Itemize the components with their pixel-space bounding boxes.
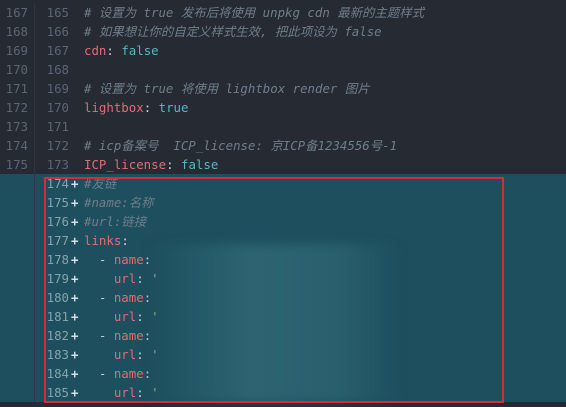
context-line: 169 167 cdn: false [0, 41, 566, 60]
old-line-number: 167 [5, 5, 28, 20]
highlight-annotation-box [44, 177, 504, 403]
gutter-separator [34, 288, 35, 307]
gutter-separator [34, 326, 35, 345]
yaml-value: false [180, 157, 219, 172]
gutter-separator [34, 364, 35, 383]
gutter-separator [34, 3, 35, 22]
gutter-separator [34, 155, 35, 174]
yaml-key: lightbox [84, 100, 144, 115]
gutter-separator [34, 269, 35, 288]
gutter-separator [34, 98, 35, 117]
gutter-separator [34, 136, 35, 155]
gutter-separator [34, 212, 35, 231]
code-content: ICP_license: false [84, 155, 218, 174]
gutter-separator [34, 345, 35, 364]
context-line: 167 165 # 设置为 true 发布后将使用 unpkg cdn 最新的主题样… [0, 3, 566, 22]
new-line-number: 166 [46, 24, 69, 39]
code-content: cdn: false [84, 41, 159, 60]
gutter-separator [34, 60, 35, 79]
new-line-number: 170 [46, 100, 69, 115]
gutter-separator [34, 174, 35, 193]
code-comment: # 设置为 true 发布后将使用 unpkg cdn 最新的主题样式 [84, 5, 424, 20]
code-content: # 如果想让你的自定义样式生效, 把此项设为 false [84, 22, 382, 41]
code-comment: # 如果想让你的自定义样式生效, 把此项设为 false [84, 24, 382, 39]
context-line: 171 169 # 设置为 true 将使用 lightbox render 图片 [0, 79, 566, 98]
gutter-separator [34, 383, 35, 402]
new-line-number: 165 [46, 5, 69, 20]
context-line: 172 170 lightbox: true [0, 98, 566, 117]
code-content: # 设置为 true 将使用 lightbox render 图片 [84, 79, 370, 98]
gutter-separator [34, 250, 35, 269]
gutter-separator [34, 193, 35, 212]
context-line: 174 172 # icp备案号 ICP_license: 京ICP备1234556… [0, 136, 566, 155]
gutter-separator [34, 117, 35, 136]
yaml-colon: : [143, 100, 159, 115]
gutter-separator [34, 307, 35, 326]
yaml-colon: : [106, 43, 122, 58]
gutter-separator [34, 231, 35, 250]
code-content: lightbox: true [84, 98, 188, 117]
gutter-separator [34, 79, 35, 98]
code-comment: # 设置为 true 将使用 lightbox render 图片 [84, 81, 370, 96]
new-line-number: 172 [46, 138, 69, 153]
yaml-colon: : [166, 157, 181, 172]
new-line-number: 173 [46, 157, 69, 172]
code-comment: # icp备案号 ICP_license: 京ICP备1234556号-1 [84, 138, 398, 153]
code-content: # icp备案号 ICP_license: 京ICP备1234556号-1 [84, 136, 397, 155]
new-line-number: 171 [46, 119, 69, 134]
new-line-number: 167 [46, 43, 69, 58]
new-line-number: 169 [46, 81, 69, 96]
old-line-number: 175 [5, 157, 28, 172]
old-line-number: 174 [5, 138, 28, 153]
new-line-number: 168 [46, 62, 69, 77]
old-line-number: 169 [5, 43, 28, 58]
context-line: 170 168 [0, 60, 566, 79]
old-line-number: 172 [5, 100, 28, 115]
code-content: # 设置为 true 发布后将使用 unpkg cdn 最新的主题样式 [84, 3, 424, 22]
context-line: 168 166 # 如果想让你的自定义样式生效, 把此项设为 false [0, 22, 566, 41]
yaml-value: false [121, 43, 159, 58]
yaml-value: true [158, 100, 189, 115]
context-line: 173 171 [0, 117, 566, 136]
old-line-number: 173 [5, 119, 28, 134]
old-line-number: 170 [5, 62, 28, 77]
yaml-key: cdn [84, 43, 107, 58]
yaml-key: ICP_license [84, 157, 167, 172]
gutter-separator [34, 41, 35, 60]
old-line-number: 171 [5, 81, 28, 96]
context-line: 175 173 ICP_license: false [0, 155, 566, 174]
old-line-number: 168 [5, 24, 28, 39]
gutter-separator [34, 22, 35, 41]
